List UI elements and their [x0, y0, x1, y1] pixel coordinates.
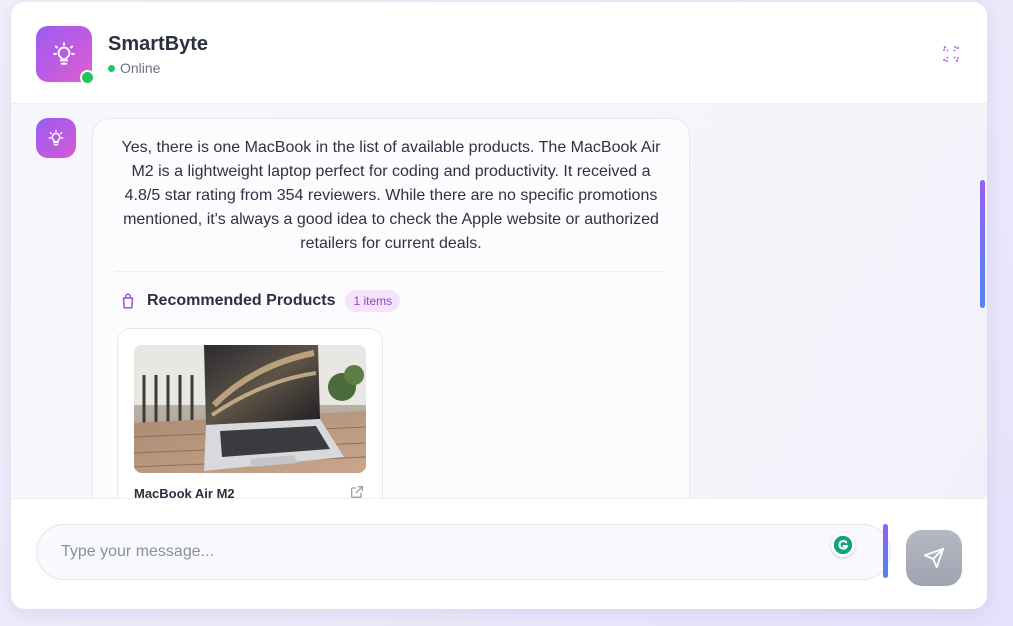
expand-icon	[943, 46, 959, 62]
chat-scrollbar[interactable]	[980, 180, 985, 308]
bot-avatar	[36, 118, 76, 158]
send-button[interactable]	[906, 530, 962, 586]
product-image	[134, 345, 366, 473]
expand-button[interactable]	[939, 42, 963, 66]
status-dot	[108, 64, 115, 72]
item-count-badge: 1 items	[345, 290, 401, 312]
external-link-icon[interactable]	[349, 484, 365, 498]
lightbulb-icon	[48, 129, 64, 146]
online-indicator	[80, 70, 95, 85]
message-input[interactable]	[36, 524, 891, 580]
status-label: Online	[120, 60, 161, 76]
chat-window: SmartByte Online Yes, there is one MacBo…	[11, 2, 987, 609]
shopping-bag-icon	[122, 293, 134, 309]
input-accent-bar	[883, 524, 888, 578]
chat-header: SmartByte Online	[11, 2, 987, 104]
app-title: SmartByte	[108, 33, 209, 55]
divider	[115, 271, 663, 272]
product-name: MacBook Air M2	[134, 486, 235, 498]
chat-messages: Yes, there is one MacBook in the list of…	[11, 104, 987, 498]
status-text: Online	[108, 60, 160, 76]
bot-message-bubble: Yes, there is one MacBook in the list of…	[92, 118, 690, 498]
bot-message-text: Yes, there is one MacBook in the list of…	[121, 139, 661, 252]
lightbulb-icon	[53, 42, 75, 65]
send-icon	[923, 547, 945, 569]
product-card[interactable]: MacBook Air M2	[117, 328, 383, 498]
recommendations-header: Recommended Products 1 items	[119, 289, 401, 313]
recommendations-title: Recommended Products	[147, 292, 336, 309]
input-area	[11, 498, 987, 609]
grammarly-icon[interactable]	[831, 533, 855, 557]
